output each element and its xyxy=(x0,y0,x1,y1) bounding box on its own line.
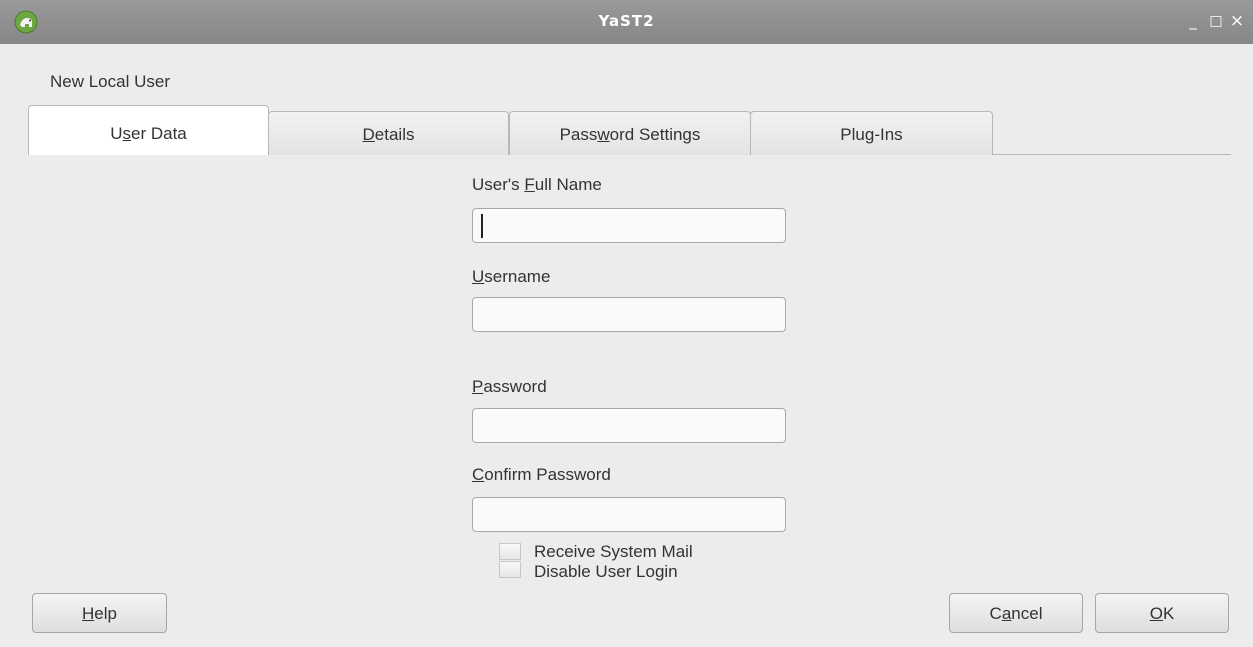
tab-user-data[interactable]: User Data xyxy=(28,105,269,155)
close-button[interactable]: × xyxy=(1228,12,1246,30)
label-mnemonic: P xyxy=(472,377,484,396)
full-name-input[interactable] xyxy=(472,208,786,243)
receive-system-mail-label[interactable]: Receive System Mail xyxy=(534,543,693,560)
tab-label-mnemonic: D xyxy=(362,125,375,144)
password-input[interactable] xyxy=(472,408,786,443)
window-title: YaST2 xyxy=(598,12,655,30)
tab-password-settings[interactable]: Password Settings xyxy=(509,111,751,155)
button-label-part: K xyxy=(1162,604,1175,623)
username-input[interactable] xyxy=(472,297,786,332)
label-mnemonic: F xyxy=(524,175,535,194)
tab-label-part: Plu xyxy=(840,125,865,144)
minimize-button[interactable]: _ xyxy=(1184,12,1202,30)
username-label: Username xyxy=(472,267,550,287)
confirm-password-input[interactable] xyxy=(472,497,786,532)
tab-label-part: etails xyxy=(374,125,415,144)
ok-button[interactable]: OK xyxy=(1095,593,1229,633)
confirm-password-label: Confirm Password xyxy=(472,465,611,485)
tab-label-part: -Ins xyxy=(874,125,903,144)
full-name-label: User's Full Name xyxy=(472,175,602,195)
label-part: onfirm Password xyxy=(484,465,611,484)
tab-label-part: U xyxy=(110,124,123,143)
help-button[interactable]: Help xyxy=(32,593,167,633)
button-label-mnemonic: a xyxy=(1001,604,1012,623)
button-label-mnemonic: H xyxy=(82,604,95,623)
label-part: sername xyxy=(484,267,551,286)
label-part: ull Name xyxy=(534,175,602,194)
tab-label-mnemonic: s xyxy=(122,124,132,143)
tab-plug-ins[interactable]: Plug-Ins xyxy=(750,111,993,155)
label-part: User's xyxy=(472,175,525,194)
button-label-part: C xyxy=(989,604,1002,623)
disable-user-login-checkbox[interactable] xyxy=(499,561,521,578)
dialog-heading: New Local User xyxy=(50,72,170,91)
password-label: Password xyxy=(472,377,547,397)
receive-system-mail-checkbox[interactable] xyxy=(499,543,521,560)
text-cursor xyxy=(481,214,483,238)
button-label-part: ncel xyxy=(1011,604,1043,623)
window-titlebar: YaST2 _ □ × xyxy=(0,0,1253,44)
button-label-mnemonic: O xyxy=(1149,604,1163,623)
maximize-button[interactable]: □ xyxy=(1207,12,1225,30)
tab-label-part: er Data xyxy=(131,124,187,143)
button-label-part: elp xyxy=(94,604,117,623)
tab-label-mnemonic: w xyxy=(597,125,610,144)
label-mnemonic: C xyxy=(472,465,485,484)
tab-label-part: Pass xyxy=(559,125,598,144)
label-mnemonic: U xyxy=(472,267,485,286)
tab-label-part: ord Settings xyxy=(609,125,701,144)
label-part: assword xyxy=(483,377,547,396)
tab-label-mnemonic: g xyxy=(864,125,875,144)
cancel-button[interactable]: Cancel xyxy=(949,593,1083,633)
disable-user-login-label[interactable]: Disable User Login xyxy=(534,563,678,580)
tab-details[interactable]: Details xyxy=(268,111,509,155)
